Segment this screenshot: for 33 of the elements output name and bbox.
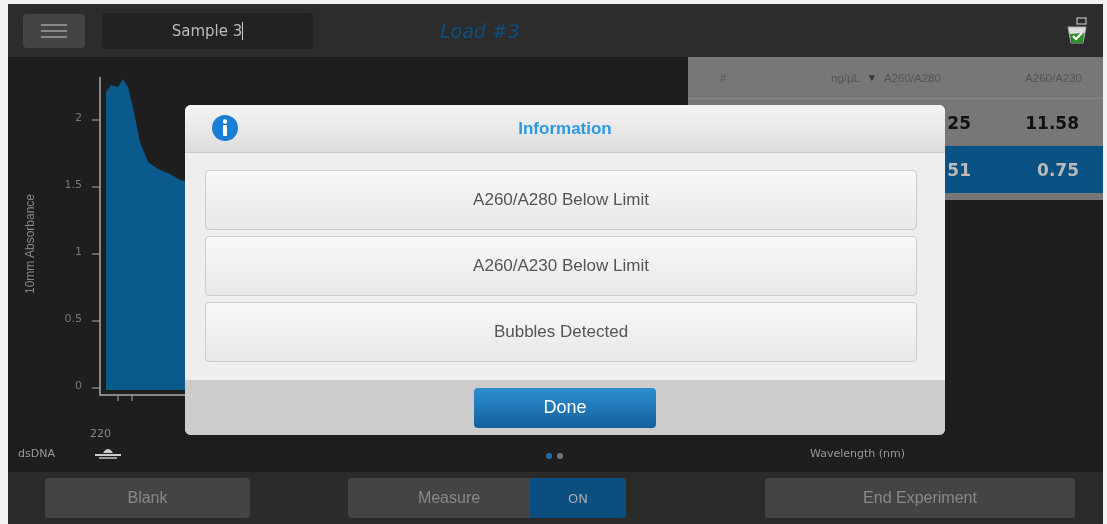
column-header[interactable]: # xyxy=(688,71,760,84)
y-tick-label: 1 xyxy=(74,245,82,258)
table-cell-text: 51 xyxy=(946,159,972,180)
y-tick-label: 0.5 xyxy=(63,312,82,325)
table-cell-text: 11.58 xyxy=(1024,112,1080,133)
y-tick-label: 0 xyxy=(74,379,82,392)
dye-label: dsDNA xyxy=(18,447,55,460)
x-tick-label: 220 xyxy=(90,427,111,440)
page-dot[interactable] xyxy=(546,453,552,459)
beaker-check-icon[interactable] xyxy=(1065,16,1089,45)
blank-button[interactable]: Blank xyxy=(45,478,250,518)
table-cell-text: 0.75 xyxy=(1036,159,1080,180)
message-button[interactable]: Bubbles Detected xyxy=(205,302,917,362)
toggle-state: ON xyxy=(530,478,626,518)
y-tick-label: 1.5 xyxy=(63,178,82,191)
menu-button[interactable] xyxy=(23,13,85,48)
done-button[interactable]: Done xyxy=(474,387,656,428)
measure-label: Measure xyxy=(416,488,482,508)
x-axis-label: Wavelength (nm) xyxy=(810,447,906,460)
message-button[interactable]: A260/A230 Below Limit xyxy=(205,236,917,296)
y-axis-label: 10mm Absorbance xyxy=(23,193,38,295)
page-dot[interactable] xyxy=(557,453,563,459)
y-tick-label: 2 xyxy=(74,111,82,124)
message-button[interactable]: A260/A280 Below Limit xyxy=(205,170,917,230)
end-experiment-button[interactable]: End Experiment xyxy=(765,478,1075,518)
sample-name-field[interactable]: Sample 3 xyxy=(102,12,313,49)
sort-indicator[interactable]: ▼ xyxy=(860,72,884,83)
info-icon xyxy=(211,114,239,142)
menu-icon xyxy=(41,23,67,38)
load-label: Load #3 xyxy=(440,19,520,42)
table-cell-text: 25 xyxy=(946,112,972,133)
measure-toggle[interactable]: Measure ON xyxy=(348,478,626,518)
dialog-title: Information xyxy=(518,118,612,139)
